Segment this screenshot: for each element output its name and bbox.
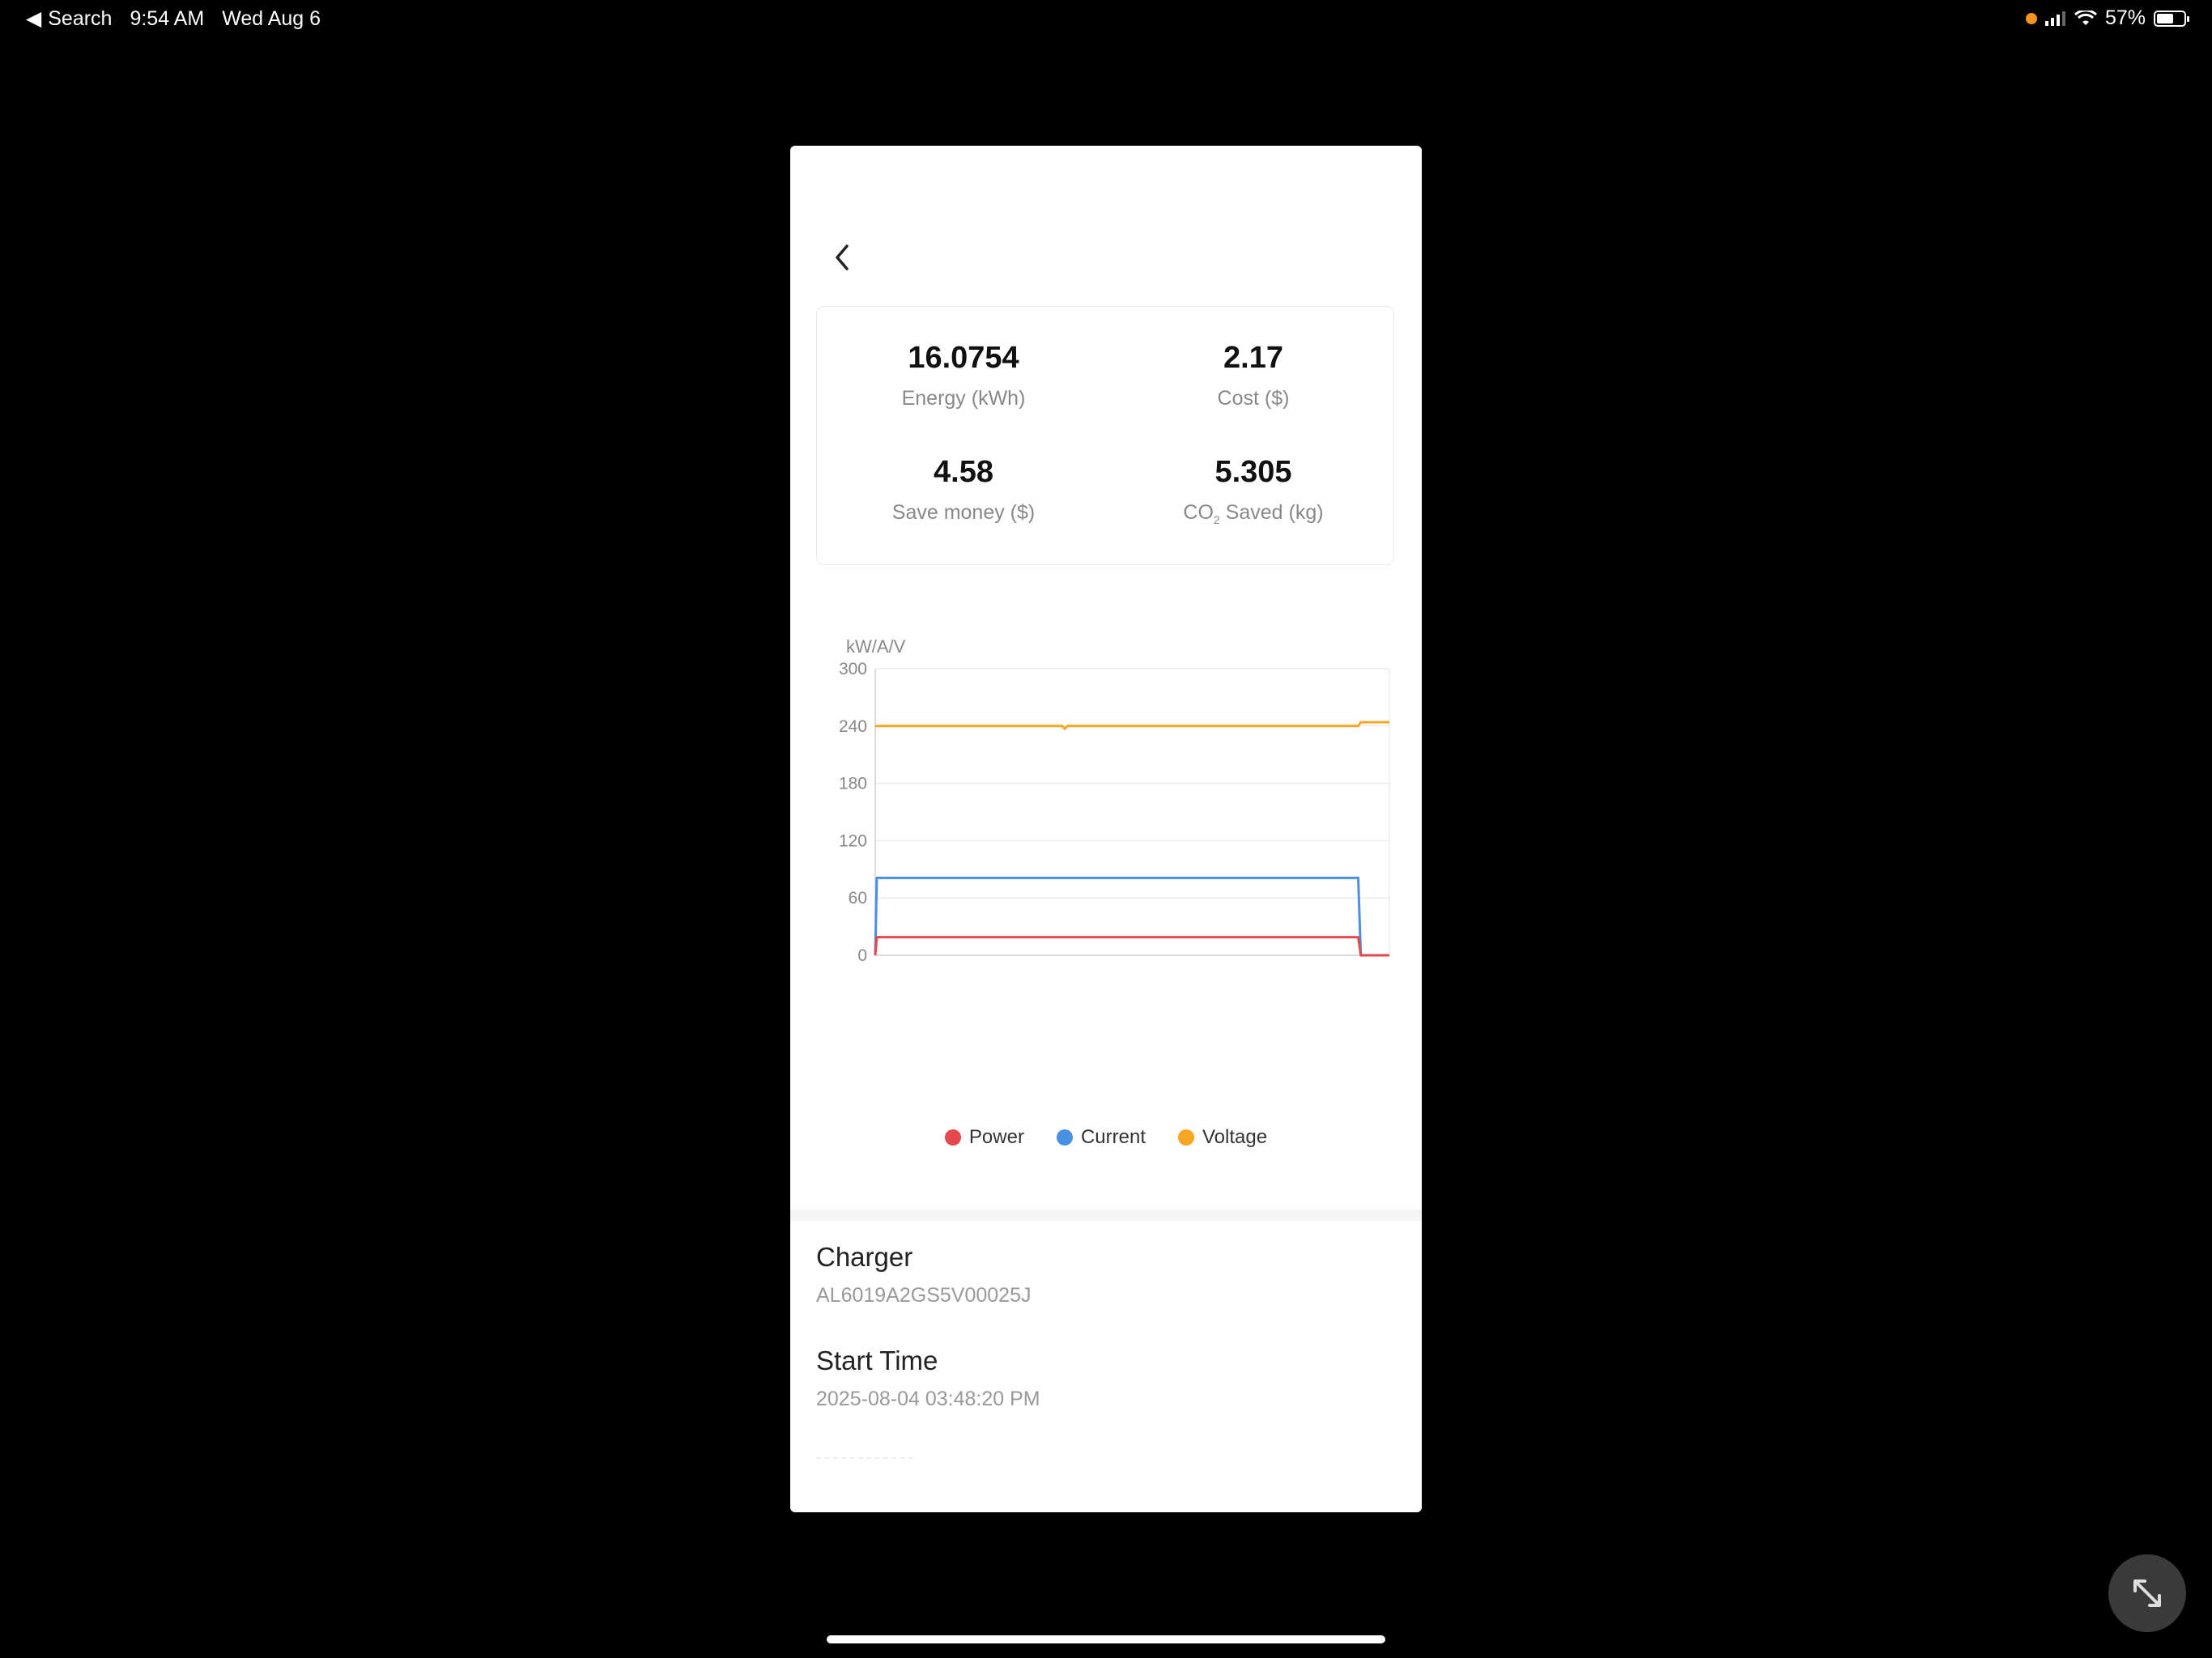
chart-legend: Power Current Voltage	[790, 1126, 1422, 1149]
y-tick-label: 240	[839, 717, 867, 736]
y-tick-label: 300	[839, 660, 867, 678]
legend-power[interactable]: Power	[944, 1126, 1024, 1149]
legend-voltage-swatch	[1177, 1129, 1194, 1146]
x-tick-label-start: 08-04 03:48 PM	[875, 970, 1002, 971]
battery-percent: 57%	[2104, 6, 2146, 29]
power-current-voltage-chart: kW/A/V 0 60 120 180 240 300 08-04 03:48 PM 08-04…	[839, 636, 1397, 971]
legend-power-label: Power	[968, 1126, 1024, 1148]
status-date: Wed Aug 6	[222, 6, 321, 30]
energy-label: Energy (kWh)	[901, 387, 1026, 410]
back-to-search[interactable]: ◀ Search	[26, 6, 112, 31]
y-tick-label: 120	[839, 831, 867, 850]
series-line-current	[874, 876, 1389, 957]
save-money-label: Save money ($)	[891, 501, 1036, 524]
energy-stat: 16.0754 Energy (kWh)	[842, 341, 1085, 410]
legend-voltage-label: Voltage	[1202, 1126, 1268, 1148]
back-triangle-icon: ◀	[26, 7, 42, 30]
y-tick-label: 180	[839, 775, 867, 793]
legend-current-label: Current	[1080, 1126, 1146, 1148]
co2-label: CO2 Saved (kg)	[1132, 501, 1375, 526]
y-tick-label: 60	[849, 889, 867, 908]
charger-title: Charger	[816, 1242, 913, 1272]
cost-label: Cost ($)	[1217, 387, 1290, 410]
x-tick-label-end: 08-04 05:21 PM	[1270, 970, 1397, 971]
charger-info: Charger AL6019A2GS5V00025J	[816, 1242, 1032, 1307]
co2-label-subscript: 2	[1213, 513, 1220, 526]
wifi-icon	[2074, 10, 2097, 25]
recording-indicator-icon	[2025, 12, 2037, 24]
co2-label-suffix: Saved (kg)	[1219, 501, 1324, 524]
battery-icon	[2154, 10, 2189, 27]
cost-stat: 2.17 Cost ($)	[1132, 341, 1375, 410]
start-time-info: Start Time 2025-08-04 03:48:20 PM	[816, 1346, 1040, 1411]
home-indicator[interactable]	[827, 1635, 1385, 1643]
legend-power-swatch	[944, 1129, 961, 1146]
legend-current[interactable]: Current	[1056, 1126, 1146, 1149]
cost-value: 2.17	[1223, 341, 1283, 375]
series-line-power	[874, 936, 1389, 957]
legend-current-swatch	[1056, 1129, 1073, 1146]
clipped-next-row	[816, 1457, 913, 1469]
status-time: 9:54 AM	[130, 6, 205, 30]
stats-card: 16.0754 Energy (kWh) 2.17 Cost ($) 4.58 …	[816, 306, 1394, 565]
cellular-signal-icon	[2044, 11, 2065, 26]
series-line-voltage	[875, 721, 1389, 730]
co2-stat: 5.305 CO2 Saved (kg)	[1132, 455, 1375, 526]
start-time-value: 2025-08-04 03:48:20 PM	[816, 1388, 1040, 1410]
co2-label-prefix: CO	[1183, 501, 1214, 524]
y-tick-label: 0	[857, 946, 867, 965]
energy-value: 16.0754	[908, 341, 1019, 375]
charger-id: AL6019A2GS5V00025J	[816, 1284, 1032, 1307]
expand-button[interactable]	[2108, 1554, 2186, 1632]
status-bar: ◀ Search 9:54 AM Wed Aug 6 57%	[0, 0, 2212, 39]
legend-voltage[interactable]: Voltage	[1177, 1126, 1268, 1149]
start-time-title: Start Time	[816, 1346, 938, 1375]
section-divider	[790, 1209, 1422, 1221]
y-axis-label: kW/A/V	[846, 636, 906, 657]
save-money-stat: 4.58 Save money ($)	[842, 455, 1085, 525]
save-money-value: 4.58	[934, 455, 993, 489]
co2-value: 5.305	[1214, 455, 1292, 489]
charging-record-window: 16.0754 Energy (kWh) 2.17 Cost ($) 4.58 …	[790, 146, 1422, 1512]
expand-arrows-icon	[2133, 1579, 2161, 1607]
back-to-search-label: Search	[48, 6, 113, 30]
back-chevron-icon[interactable]	[823, 238, 861, 277]
